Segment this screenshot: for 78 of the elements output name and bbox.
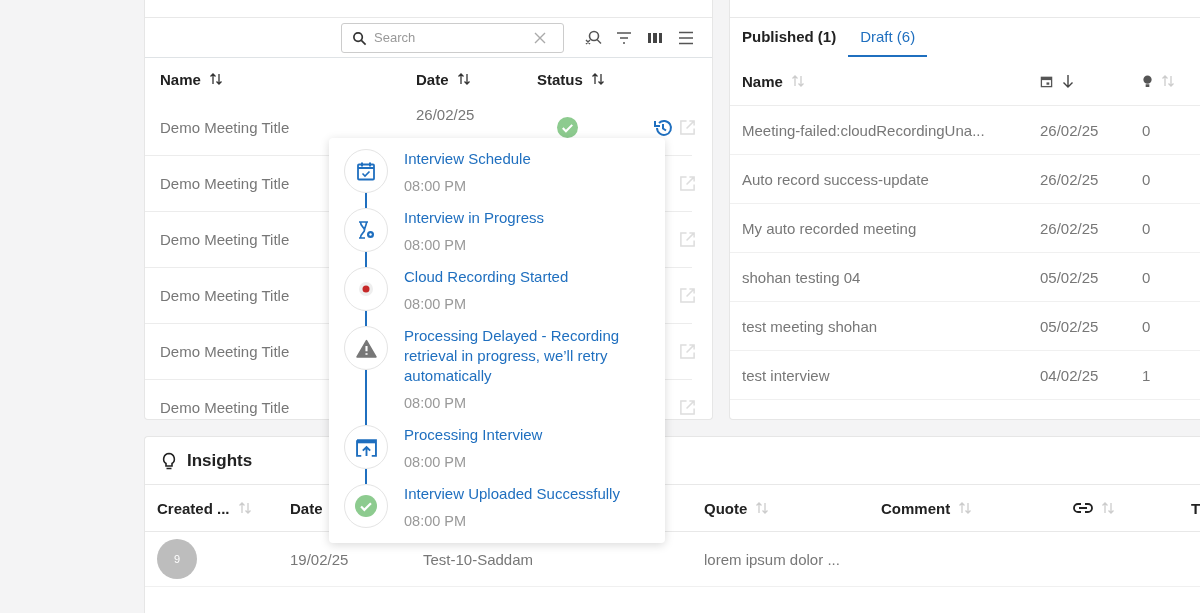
open-external-icon[interactable] (679, 287, 696, 304)
warning-icon (355, 338, 377, 358)
search-field[interactable]: Search (341, 22, 564, 53)
meeting-name: Demo Meeting Title (160, 175, 290, 192)
column-header[interactable]: T (1191, 499, 1200, 517)
open-external-icon[interactable] (679, 119, 696, 136)
column-header[interactable]: Date (290, 499, 323, 517)
hourglass-gear-icon (356, 220, 376, 240)
panel-title: Insights (187, 450, 253, 471)
recording-dot-icon (358, 281, 374, 297)
draft-date: 04/02/25 (1040, 366, 1100, 384)
column-header[interactable]: Status (537, 70, 583, 88)
insight-count: 0 (1142, 121, 1152, 139)
open-external-icon[interactable] (679, 231, 696, 248)
meeting-name: Demo Meeting Title (160, 119, 290, 136)
clear-icon[interactable] (534, 31, 546, 44)
clear-search-icon[interactable] (584, 28, 602, 47)
link-icon[interactable] (1073, 502, 1093, 514)
search-icon (352, 30, 367, 46)
column-header[interactable]: Quote (704, 499, 748, 517)
draft-name: My auto recorded meeting (742, 219, 918, 237)
event-time: 08:00 PM (404, 394, 468, 413)
sort-icon[interactable] (456, 72, 471, 86)
insight-date: 19/02/25 (290, 550, 350, 568)
draft-date: 26/02/25 (1040, 170, 1100, 188)
event-title: Interview Uploaded Successfully (404, 484, 620, 504)
sort-descending-icon[interactable] (1061, 74, 1075, 88)
column-header[interactable]: Date (416, 70, 449, 88)
event-title: Interview Schedule (404, 149, 531, 169)
calendar-icon[interactable] (1040, 74, 1053, 88)
draft-date: 05/02/25 (1040, 317, 1100, 335)
insight-count: 0 (1142, 170, 1152, 188)
tab[interactable]: Published (1) (730, 18, 849, 57)
calendar-check-icon (356, 161, 376, 181)
column-header[interactable]: Comment (881, 499, 951, 517)
open-external-icon[interactable] (679, 399, 696, 416)
draft-date: 26/02/25 (1040, 219, 1100, 237)
event-title: Processing Interview (404, 425, 543, 445)
meeting-name: Demo Meeting Title (160, 399, 290, 416)
success-icon (355, 495, 377, 517)
insight-count: 0 (1142, 219, 1152, 237)
folder-upload-icon (355, 437, 377, 457)
event-title: Interview in Progress (404, 208, 545, 228)
event-time: 08:00 PM (404, 453, 468, 472)
draft-name: test meeting shohan (742, 317, 879, 335)
draft-date: 26/02/25 (1040, 121, 1100, 139)
open-external-icon[interactable] (679, 175, 696, 192)
insight-count: 0 (1142, 268, 1152, 286)
lightbulb-icon (161, 451, 177, 470)
draft-name: Auto record success-update (742, 170, 930, 188)
insight-count: 0 (1142, 317, 1152, 335)
insight-count: 1 (1142, 366, 1152, 384)
event-time: 08:00 PM (404, 236, 468, 255)
sort-icon[interactable] (208, 72, 223, 86)
column-header[interactable]: Name (742, 72, 783, 90)
column-header[interactable]: Created ... (157, 499, 230, 517)
lightbulb-icon[interactable] (1142, 74, 1153, 88)
meeting-name: Demo Meeting Title (160, 287, 290, 304)
event-title: Processing Delayed - Recording retrieval in progress, we’ll retry automatically (404, 326, 621, 386)
draft-name: Meeting-failed:cloudRecordingUna... (742, 121, 986, 139)
tab[interactable]: Draft (6) (848, 18, 928, 57)
draft-name: shohan testing 04 (742, 268, 862, 286)
event-time: 08:00 PM (404, 177, 468, 196)
open-external-icon[interactable] (679, 343, 696, 360)
quote-text: lorem ipsum dolor ... (704, 550, 841, 568)
history-icon[interactable] (653, 117, 673, 138)
meeting-name: Demo Meeting Title (160, 343, 290, 360)
meeting-date: 26/02/25 (416, 105, 475, 125)
event-title: Cloud Recording Started (404, 267, 569, 287)
draft-name: test interview (742, 366, 831, 384)
column-header[interactable]: Name (160, 70, 201, 88)
event-time: 08:00 PM (404, 295, 468, 314)
meeting-name: Test-10-Saddam (423, 550, 535, 568)
sort-icon[interactable] (590, 72, 605, 86)
draft-date: 05/02/25 (1040, 268, 1100, 286)
event-time: 08:00 PM (404, 512, 468, 531)
avatar: 9 (157, 539, 197, 579)
meeting-name: Demo Meeting Title (160, 231, 290, 248)
